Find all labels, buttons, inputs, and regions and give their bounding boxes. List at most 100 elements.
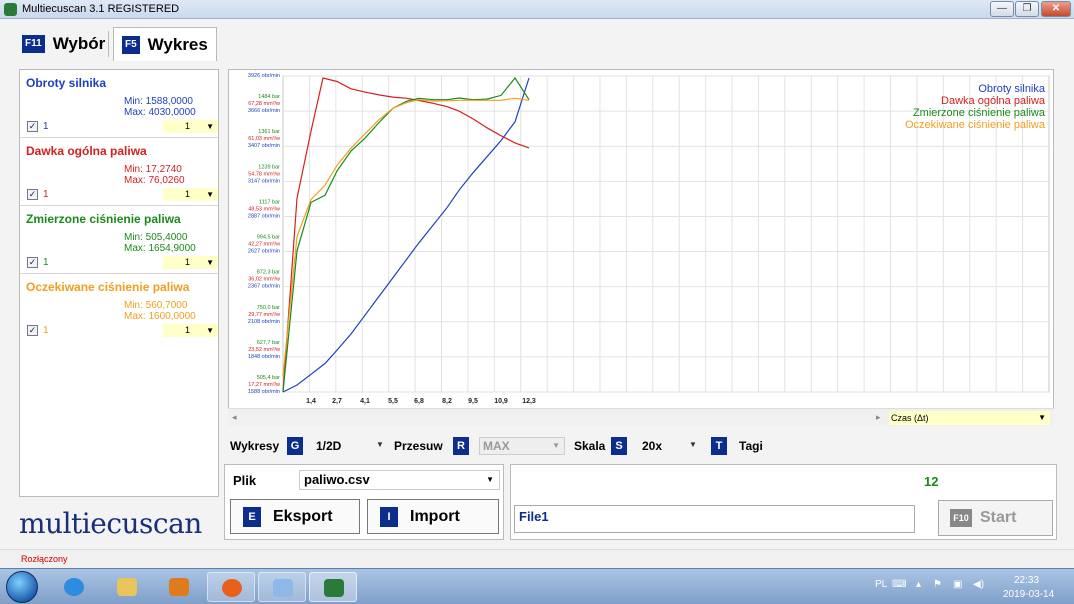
y-tick-label: 2108 obr/min: [248, 319, 280, 325]
import-label: Import: [410, 507, 460, 525]
file-explorer-icon[interactable]: [103, 572, 151, 602]
volume-icon[interactable]: ◀): [973, 579, 984, 590]
x-tick-label: 2,7: [332, 398, 342, 405]
clock-date[interactable]: 2019-03-14: [1003, 589, 1054, 600]
przesuw-select[interactable]: MAX ▼: [479, 437, 565, 455]
chevron-down-icon: ▼: [206, 326, 214, 335]
tab-wykres-key: F5: [122, 35, 140, 54]
series-checkbox[interactable]: ✓: [27, 325, 38, 336]
y-tick-label: 61,03 mm³/w: [248, 136, 280, 142]
series-name: Obroty silnika: [26, 76, 107, 90]
chart-scrollbar[interactable]: ◂ ▸ Czas (Δt) ▼: [228, 408, 1054, 426]
clock-time[interactable]: 22:33: [1014, 575, 1039, 586]
tab-wykres-label: Wykres: [147, 34, 208, 54]
tray-expand-icon[interactable]: ▴: [916, 579, 921, 590]
y-tick-label: 73,53 mm³/w: [248, 70, 280, 72]
series-scale-select[interactable]: 1 ▼: [163, 324, 218, 337]
series-scale-select[interactable]: 1 ▼: [163, 120, 218, 133]
network-icon[interactable]: ▣: [953, 579, 962, 590]
series-item: Obroty silnika Min: 1588,0000 Max: 4030,…: [20, 70, 218, 138]
language-indicator[interactable]: PL: [875, 579, 887, 590]
tab-wybor[interactable]: F11 Wybór: [22, 28, 105, 60]
przesuw-key[interactable]: R: [453, 437, 469, 455]
chart-area[interactable]: 1606 bar73,53 mm³/w3926 obr/min1484 bar6…: [228, 69, 1054, 426]
series-name: Dawka ogólna paliwa: [26, 144, 147, 158]
y-tick-label: 1484 bar: [258, 94, 280, 100]
y-tick-label: 54,78 mm³/w: [248, 171, 280, 177]
eksport-key: E: [243, 506, 261, 527]
y-tick-label: 17,27 mm³/w: [248, 382, 280, 388]
chevron-down-icon: ▼: [206, 122, 214, 131]
series-number: 1: [43, 121, 49, 132]
file-panel: Plik paliwo.csv ▼ E Eksport I Import: [224, 464, 504, 540]
series-min: Min: 505,4000: [124, 232, 188, 243]
legend-entry: Zmierzone ciśnienie paliwa: [913, 107, 1046, 119]
internet-explorer-icon[interactable]: [50, 572, 98, 602]
x-tick-label: 9,5: [468, 398, 478, 405]
series-scale-select[interactable]: 1 ▼: [163, 256, 218, 269]
y-tick-label: 2627 obr/min: [248, 249, 280, 255]
import-button[interactable]: I Import: [367, 499, 499, 534]
multiecuscan-task-icon[interactable]: [309, 572, 357, 602]
file-name-input[interactable]: File1: [514, 505, 915, 533]
y-tick-label: 2367 obr/min: [248, 284, 280, 290]
time-axis-select[interactable]: Czas (Δt) ▼: [889, 411, 1050, 425]
y-tick-label: 627,7 bar: [257, 340, 280, 346]
app-icon: [4, 3, 17, 16]
series-number: 1: [43, 325, 49, 336]
line-chart: 1606 bar73,53 mm³/w3926 obr/min1484 bar6…: [248, 70, 1050, 405]
flag-icon[interactable]: ⚑: [933, 579, 942, 590]
paint-icon[interactable]: [258, 572, 306, 602]
scroll-left-icon[interactable]: ◂: [232, 412, 237, 423]
y-tick-label: 750,0 bar: [257, 305, 280, 311]
firefox-icon[interactable]: [207, 572, 255, 602]
skala-value[interactable]: 20x: [642, 439, 662, 453]
keyboard-icon[interactable]: ⌨: [892, 579, 906, 590]
series-checkbox[interactable]: ✓: [27, 121, 38, 132]
series-item: Zmierzone ciśnienie paliwa Min: 505,4000…: [20, 206, 218, 274]
wykresy-value[interactable]: 1/2D: [316, 439, 341, 453]
chevron-down-icon[interactable]: ▼: [376, 440, 384, 449]
tab-wykres[interactable]: F5 Wykres: [113, 27, 217, 61]
windows-start-icon[interactable]: [6, 571, 38, 603]
series-select-value: 1: [185, 189, 191, 199]
chart-toolbar: Wykresy G 1/2D ▼ Przesuw R MAX ▼ Skala S…: [228, 437, 1054, 457]
series-checkbox[interactable]: ✓: [27, 189, 38, 200]
close-button[interactable]: ✕: [1041, 1, 1071, 17]
series-select-value: 1: [185, 257, 191, 267]
y-tick-label: 48,53 mm³/w: [248, 206, 280, 212]
chevron-down-icon: ▼: [206, 190, 214, 199]
media-player-icon[interactable]: [155, 572, 203, 602]
tagi-key[interactable]: T: [711, 437, 727, 455]
x-tick-label: 10,9: [494, 398, 508, 405]
tagi-label[interactable]: Tagi: [739, 439, 763, 453]
start-button[interactable]: F10 Start: [938, 500, 1053, 536]
x-tick-label: 12,3: [522, 398, 536, 405]
scroll-right-icon[interactable]: ▸: [876, 412, 881, 423]
y-tick-label: 3666 obr/min: [248, 108, 280, 114]
y-tick-label: 23,52 mm³/w: [248, 347, 280, 353]
chevron-down-icon: ▼: [1038, 413, 1046, 422]
connection-status: Rozłączony: [21, 554, 68, 564]
wykresy-key[interactable]: G: [287, 437, 303, 455]
y-tick-label: 994,5 bar: [257, 235, 280, 241]
chevron-down-icon[interactable]: ▼: [689, 440, 697, 449]
x-tick-label: 6,8: [414, 398, 424, 405]
file-select[interactable]: paliwo.csv ▼: [299, 470, 500, 490]
y-tick-label: 505,4 bar: [257, 375, 280, 381]
series-item: Oczekiwane ciśnienie paliwa Min: 560,700…: [20, 274, 218, 342]
legend-entry: Dawka ogólna paliwa: [941, 95, 1046, 107]
eksport-button[interactable]: E Eksport: [230, 499, 360, 534]
skala-key[interactable]: S: [611, 437, 627, 455]
minimize-button[interactable]: —: [990, 1, 1014, 17]
series-number: 1: [43, 257, 49, 268]
series-name: Zmierzone ciśnienie paliwa: [26, 212, 181, 226]
series-checkbox[interactable]: ✓: [27, 257, 38, 268]
series-number: 1: [43, 189, 49, 200]
przesuw-label: Przesuw: [394, 439, 443, 453]
series-max: Max: 1654,9000: [124, 243, 196, 254]
series-scale-select[interactable]: 1 ▼: [163, 188, 218, 201]
y-tick-label: 1239 bar: [258, 164, 280, 170]
chevron-down-icon: ▼: [552, 441, 560, 450]
maximize-button[interactable]: ❐: [1015, 1, 1039, 17]
